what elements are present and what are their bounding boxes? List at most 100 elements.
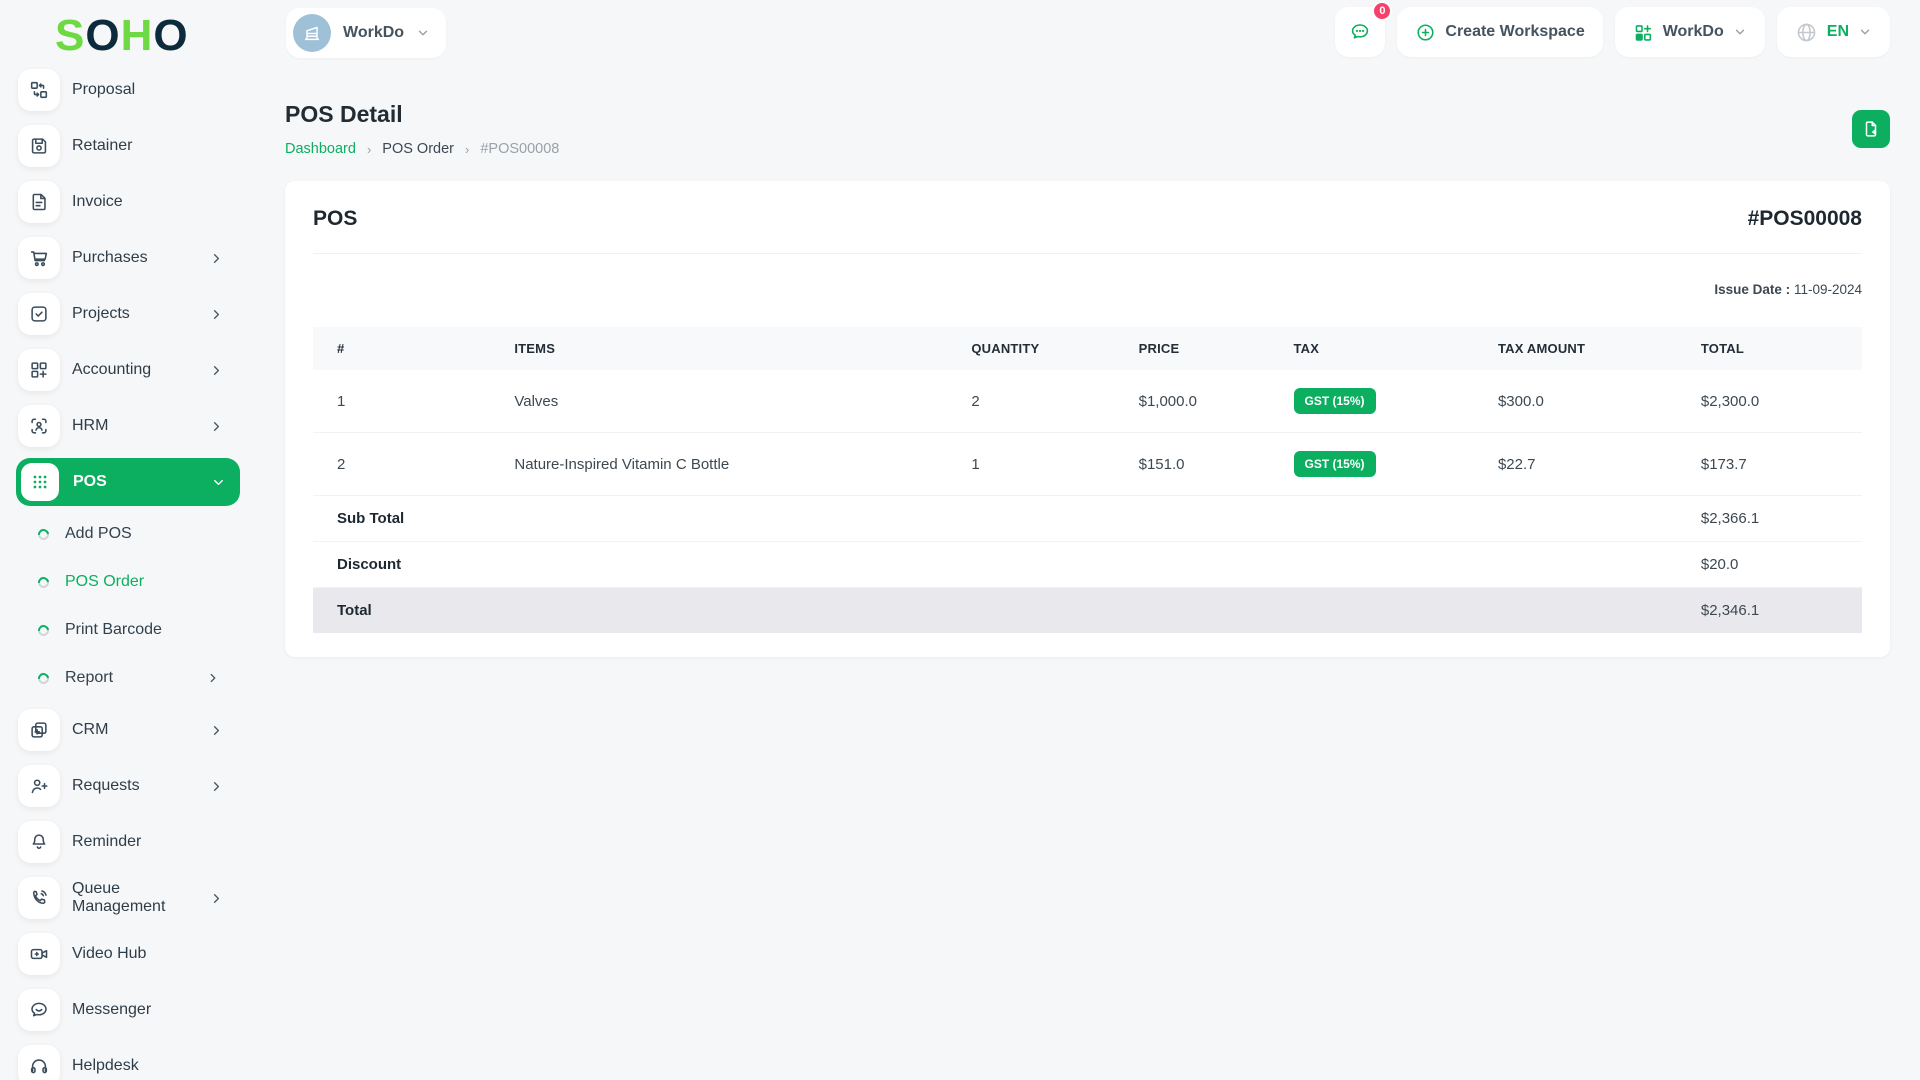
sidebar-subitem-add-pos[interactable]: Add POS xyxy=(0,510,240,558)
message-count-badge: 0 xyxy=(1372,1,1392,21)
logo-letter: O xyxy=(85,12,120,60)
chat-bubble-icon xyxy=(18,989,60,1031)
total-value: $2,346.1 xyxy=(1701,588,1862,634)
video-camera-icon xyxy=(18,933,60,975)
chevron-right-icon xyxy=(206,671,220,685)
discount-label: Discount xyxy=(313,542,1701,588)
workspace-avatar xyxy=(293,14,331,52)
workdo-menu-label: WorkDo xyxy=(1663,23,1724,41)
cell-index: 2 xyxy=(313,433,514,496)
sidebar-item-hrm[interactable]: HRM xyxy=(0,398,240,454)
sidebar-item-label: CRM xyxy=(72,721,197,739)
cell-quantity: 1 xyxy=(971,433,1138,496)
app-logo[interactable]: SOHO xyxy=(55,12,189,60)
issue-date: Issue Date : 11-09-2024 xyxy=(313,282,1862,297)
col-header-price: PRICE xyxy=(1139,327,1294,370)
workdo-menu-button[interactable]: WorkDo xyxy=(1615,7,1765,57)
create-workspace-button[interactable]: Create Workspace xyxy=(1397,7,1602,57)
user-plus-icon xyxy=(18,765,60,807)
sidebar-item-label: Accounting xyxy=(72,361,197,379)
sidebar-item-invoice[interactable]: Invoice xyxy=(0,174,240,230)
create-workspace-label: Create Workspace xyxy=(1445,23,1584,41)
file-plus-icon xyxy=(1861,119,1881,139)
discount-row: Discount $20.0 xyxy=(313,542,1862,588)
total-row: Total $2,346.1 xyxy=(313,588,1862,634)
col-header-tax-amount: TAX AMOUNT xyxy=(1498,327,1701,370)
chevron-right-icon xyxy=(209,891,224,906)
task-check-icon xyxy=(18,293,60,335)
sidebar-item-messenger[interactable]: Messenger xyxy=(0,982,240,1038)
headphones-icon xyxy=(18,1045,60,1080)
col-header-items: ITEMS xyxy=(514,327,971,370)
sidebar-item-purchases[interactable]: Purchases xyxy=(0,230,240,286)
chat-bubble-icon xyxy=(1348,20,1372,44)
chevron-down-icon xyxy=(1858,25,1872,39)
bullet-icon xyxy=(36,574,51,589)
logo-letter: S xyxy=(55,12,85,60)
chevron-right-icon xyxy=(209,307,224,322)
pos-number: #POS00008 xyxy=(1748,207,1862,231)
issue-date-value: 11-09-2024 xyxy=(1794,282,1862,297)
sidebar-item-label: Invoice xyxy=(72,193,226,211)
plus-circle-icon xyxy=(1415,22,1436,43)
cell-tax: GST (15%) xyxy=(1294,433,1498,496)
chevron-down-icon xyxy=(416,26,430,40)
language-selector[interactable]: EN xyxy=(1777,7,1890,57)
sidebar-item-projects[interactable]: Projects xyxy=(0,286,240,342)
col-header-index: # xyxy=(313,327,514,370)
sidebar-item-queue-management[interactable]: Queue Management xyxy=(0,870,240,926)
breadcrumb-dashboard-link[interactable]: Dashboard xyxy=(285,141,356,157)
building-icon xyxy=(301,22,323,44)
card-header: POS #POS00008 xyxy=(313,207,1862,231)
phone-call-icon xyxy=(18,877,60,919)
export-pos-button[interactable] xyxy=(1852,110,1890,148)
pos-detail-card: POS #POS00008 Issue Date : 11-09-2024 # … xyxy=(285,181,1890,657)
cell-total: $173.7 xyxy=(1701,433,1862,496)
sidebar-item-label: HRM xyxy=(72,417,197,435)
sidebar-item-video-hub[interactable]: Video Hub xyxy=(0,926,240,982)
sidebar-item-accounting[interactable]: Accounting xyxy=(0,342,240,398)
sidebar-item-label: Proposal xyxy=(72,81,226,99)
sidebar: Proposal Retainer Invoice Purchases Proj… xyxy=(0,62,240,1080)
messages-button[interactable]: 0 xyxy=(1335,7,1385,57)
breadcrumb-separator-icon: › xyxy=(367,142,371,157)
chevron-right-icon xyxy=(209,419,224,434)
sidebar-item-label: Video Hub xyxy=(72,945,226,963)
divider xyxy=(313,253,1862,254)
logo-letter: H xyxy=(121,12,154,60)
col-header-total: TOTAL xyxy=(1701,327,1862,370)
cell-price: $1,000.0 xyxy=(1139,370,1294,433)
breadcrumb-separator-icon: › xyxy=(465,142,469,157)
sidebar-item-label: Retainer xyxy=(72,137,226,155)
sidebar-item-requests[interactable]: Requests xyxy=(0,758,240,814)
cell-item: Nature-Inspired Vitamin C Bottle xyxy=(514,433,971,496)
page-title: POS Detail xyxy=(285,101,1890,128)
workspace-selector[interactable]: WorkDo xyxy=(286,8,446,58)
cards-plus-icon xyxy=(18,709,60,751)
breadcrumb: Dashboard › POS Order › #POS00008 xyxy=(285,141,1890,157)
sidebar-item-reminder[interactable]: Reminder xyxy=(0,814,240,870)
page-header: POS Detail Dashboard › POS Order › #POS0… xyxy=(285,101,1890,157)
shopping-cart-icon xyxy=(18,237,60,279)
chevron-right-icon xyxy=(209,723,224,738)
proposal-icon xyxy=(18,69,60,111)
sidebar-item-helpdesk[interactable]: Helpdesk xyxy=(0,1038,240,1080)
sidebar-subitem-report[interactable]: Report xyxy=(0,654,240,702)
sidebar-item-label: Requests xyxy=(72,777,197,795)
total-label: Total xyxy=(313,588,1701,634)
sidebar-subitem-pos-order[interactable]: POS Order xyxy=(0,558,240,606)
sidebar-item-label: Reminder xyxy=(72,833,226,851)
chevron-right-icon xyxy=(209,363,224,378)
issue-date-label: Issue Date : xyxy=(1714,282,1790,297)
sidebar-item-proposal[interactable]: Proposal xyxy=(0,62,240,118)
sidebar-item-retainer[interactable]: Retainer xyxy=(0,118,240,174)
pos-items-table: # ITEMS QUANTITY PRICE TAX TAX AMOUNT TO… xyxy=(313,327,1862,633)
chevron-down-icon xyxy=(1733,25,1747,39)
breadcrumb-pos-order-link[interactable]: POS Order xyxy=(382,141,454,157)
sidebar-item-label: Projects xyxy=(72,305,197,323)
sidebar-item-crm[interactable]: CRM xyxy=(0,702,240,758)
table-row: 2 Nature-Inspired Vitamin C Bottle 1 $15… xyxy=(313,433,1862,496)
sidebar-subitem-print-barcode[interactable]: Print Barcode xyxy=(0,606,240,654)
sidebar-subitem-label: Add POS xyxy=(65,525,220,543)
sidebar-item-pos[interactable]: POS xyxy=(16,458,240,506)
